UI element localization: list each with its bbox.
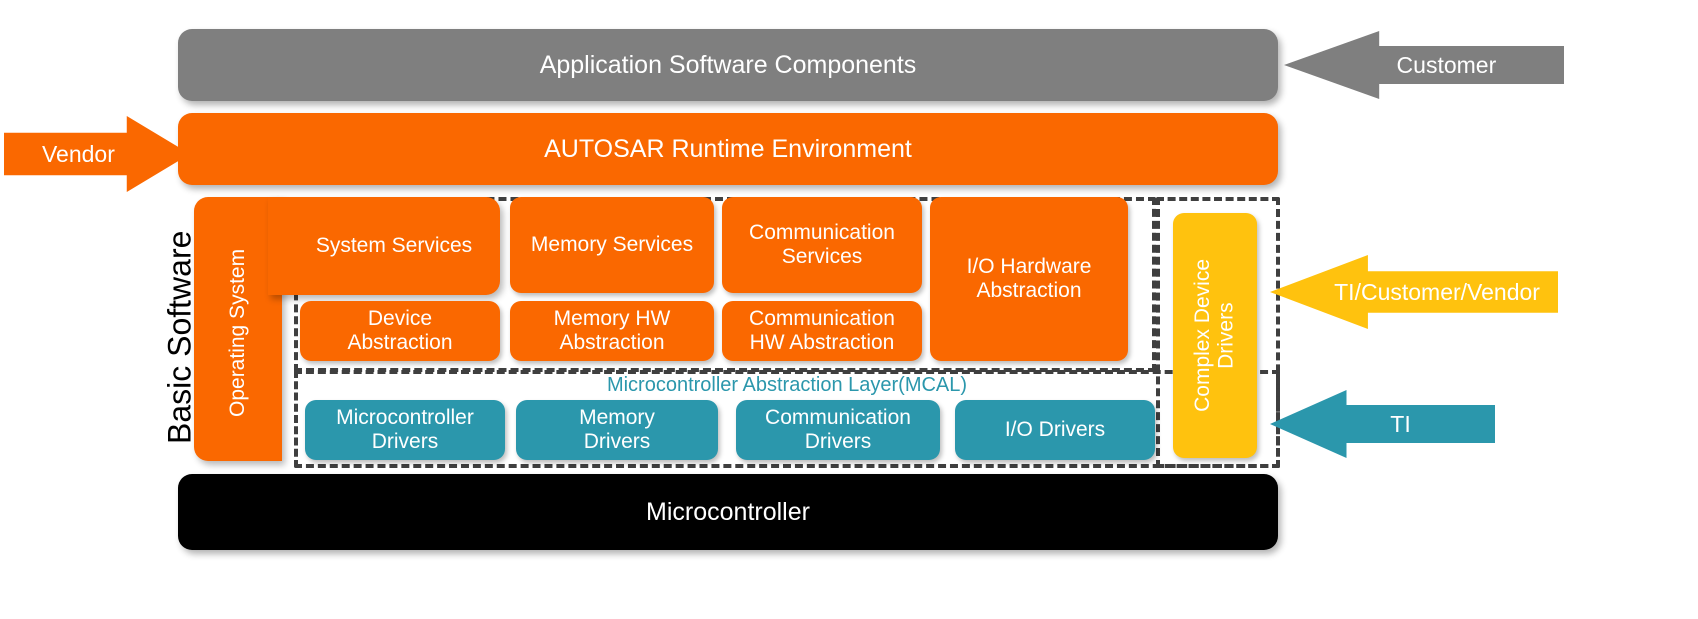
complex-device-drivers-label: Complex Device Drivers — [1191, 259, 1238, 412]
vendor-label: Vendor — [41, 140, 115, 167]
communication-hw-abstraction-label: Communication HW Abstraction — [749, 307, 895, 354]
memory-hw-abstraction-label: Memory HW Abstraction — [553, 307, 671, 354]
application-software-components-layer[interactable]: Application Software Components — [178, 29, 1278, 101]
autosar-architecture-diagram: Application Software Components Customer… — [0, 0, 1698, 619]
io-drivers-box[interactable]: I/O Drivers — [955, 400, 1155, 460]
microcontroller-layer[interactable]: Microcontroller — [178, 474, 1278, 550]
io-hardware-abstraction-label: I/O Hardware Abstraction — [966, 255, 1092, 302]
mcal-caption-text: Microcontroller Abstraction Layer(MCAL) — [606, 373, 968, 396]
system-services-text: System Services — [315, 234, 473, 257]
operating-system-label: Operating System — [216, 215, 260, 450]
microcontroller-label: Microcontroller — [646, 498, 810, 526]
io-hardware-abstraction-box[interactable]: I/O Hardware Abstraction — [930, 197, 1128, 361]
mcal-caption: Microcontroller Abstraction Layer(MCAL) — [300, 372, 1274, 398]
memory-services-label: Memory Services — [530, 233, 694, 257]
ti-customer-vendor-label: TI/Customer/Vendor — [1334, 278, 1540, 305]
memory-services-box[interactable]: Memory Services — [510, 197, 714, 293]
device-abstraction-label: Device Abstraction — [347, 307, 453, 354]
system-services-label: System Services — [288, 197, 500, 295]
microcontroller-drivers-box[interactable]: Microcontroller Drivers — [305, 400, 505, 460]
communication-drivers-box[interactable]: Communication Drivers — [736, 400, 940, 460]
ti-label: TI — [1390, 410, 1411, 437]
complex-device-drivers-box[interactable]: Complex Device Drivers — [1173, 213, 1257, 458]
communication-drivers-label: Communication Drivers — [765, 406, 911, 453]
application-software-components-label: Application Software Components — [539, 51, 917, 79]
ti-arrow[interactable]: TI — [1270, 390, 1495, 458]
communication-services-box[interactable]: Communication Services — [722, 197, 922, 293]
ti-customer-vendor-arrow[interactable]: TI/Customer/Vendor — [1270, 255, 1558, 329]
basic-software-text: Basic Software — [161, 230, 198, 445]
communication-hw-abstraction-box[interactable]: Communication HW Abstraction — [722, 301, 922, 361]
customer-arrow[interactable]: Customer — [1284, 31, 1564, 99]
device-abstraction-box[interactable]: Device Abstraction — [300, 301, 500, 361]
communication-services-label: Communication Services — [749, 221, 895, 268]
vendor-arrow[interactable]: Vendor — [4, 116, 190, 192]
memory-hw-abstraction-box[interactable]: Memory HW Abstraction — [510, 301, 714, 361]
memory-drivers-label: Memory Drivers — [579, 406, 655, 453]
microcontroller-drivers-label: Microcontroller Drivers — [336, 406, 474, 453]
autosar-runtime-environment-label: AUTOSAR Runtime Environment — [544, 135, 912, 163]
autosar-runtime-environment-layer[interactable]: AUTOSAR Runtime Environment — [178, 113, 1278, 185]
io-drivers-label: I/O Drivers — [1004, 418, 1106, 442]
customer-label: Customer — [1396, 51, 1497, 78]
operating-system-text: Operating System — [226, 248, 249, 417]
memory-drivers-box[interactable]: Memory Drivers — [516, 400, 718, 460]
